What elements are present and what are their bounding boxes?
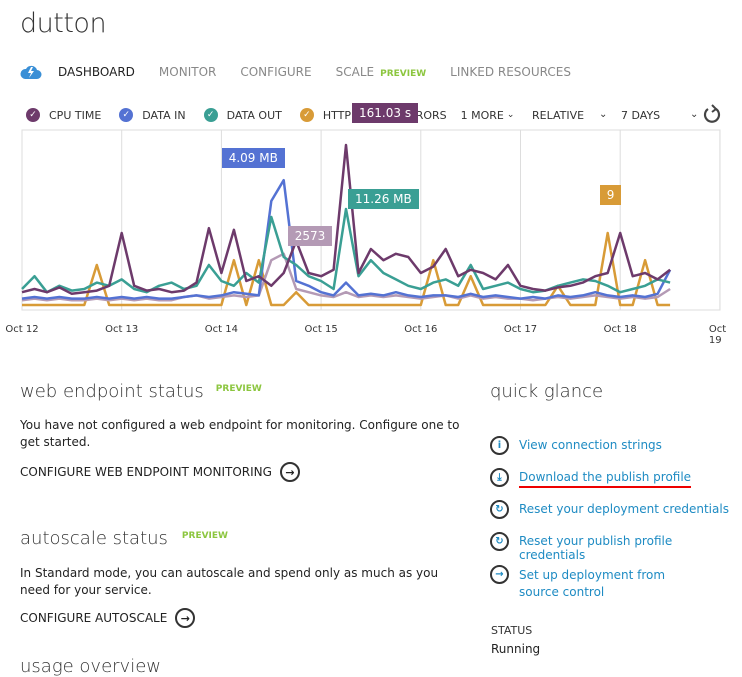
quick-link-download-publish-profile[interactable]: ⤓ Download the publish profile bbox=[490, 468, 692, 488]
preview-badge: PREVIEW bbox=[380, 69, 427, 79]
section-title: autoscale status bbox=[20, 528, 168, 549]
x-tick-label: Oct 19 bbox=[708, 324, 727, 346]
download-icon: ⤓ bbox=[490, 468, 509, 487]
metrics-chart bbox=[21, 129, 721, 311]
usage-overview-heading: usage overview bbox=[20, 656, 162, 677]
x-tick-label: Oct 15 bbox=[304, 324, 338, 335]
chart-legend: ✓CPU TIME ✓DATA IN ✓DATA OUT ✓HTTP SERVE… bbox=[26, 108, 532, 122]
chevron-down-icon[interactable]: ⌄ bbox=[599, 109, 607, 120]
preview-badge: PREVIEW bbox=[181, 530, 228, 541]
arrow-right-icon: → bbox=[279, 462, 300, 482]
tab-monitor[interactable]: MONITOR bbox=[159, 65, 216, 79]
web-endpoint-text: You have not configured a web endpoint f… bbox=[20, 418, 460, 449]
tab-scale-label: SCALE bbox=[335, 65, 375, 79]
action-label: CONFIGURE AUTOSCALE bbox=[20, 611, 168, 625]
check-icon: ✓ bbox=[203, 108, 218, 122]
configure-autoscale-button[interactable]: CONFIGURE AUTOSCALE → bbox=[20, 608, 196, 628]
series-line-cpu-time bbox=[21, 143, 671, 296]
legend-cpu-time[interactable]: ✓ CPU TIME bbox=[26, 108, 101, 122]
x-tick-label: Oct 13 bbox=[105, 324, 139, 335]
arrow-right-icon: → bbox=[490, 565, 509, 584]
preview-badge: PREVIEW bbox=[215, 383, 262, 394]
chevron-down-icon[interactable]: ⌄ bbox=[690, 109, 698, 120]
status-label: STATUS bbox=[491, 624, 533, 637]
link-label: Download the publish profile bbox=[519, 470, 692, 488]
x-tick-label: Oct 16 bbox=[404, 324, 438, 335]
peak-label: 161.03 s bbox=[352, 103, 419, 123]
peak-label: 11.26 MB bbox=[348, 189, 419, 209]
web-endpoint-heading: web endpoint status PREVIEW bbox=[20, 381, 262, 402]
series-line-1-more bbox=[21, 252, 671, 302]
scale-select[interactable]: RELATIVE bbox=[532, 109, 584, 122]
autoscale-heading: autoscale status PREVIEW bbox=[20, 528, 228, 549]
chevron-down-icon: ⌄ bbox=[506, 110, 515, 120]
tab-bar: DASHBOARD MONITOR CONFIGURE SCALE PREVIEW… bbox=[20, 64, 595, 80]
more-label: 1 MORE bbox=[460, 108, 504, 122]
check-icon: ✓ bbox=[119, 108, 134, 122]
arrow-right-icon: → bbox=[175, 608, 196, 628]
x-tick-label: Oct 12 bbox=[5, 324, 39, 335]
peak-label: 4.09 MB bbox=[221, 148, 285, 169]
tab-scale[interactable]: SCALE PREVIEW bbox=[336, 65, 427, 79]
action-label: CONFIGURE WEB ENDPOINT MONITORING bbox=[20, 465, 272, 479]
cloud-service-icon bbox=[20, 65, 42, 79]
page-title: dutton bbox=[20, 8, 107, 39]
x-tick-label: Oct 14 bbox=[204, 324, 238, 335]
peak-label: 2573 bbox=[287, 225, 333, 246]
tab-configure[interactable]: CONFIGURE bbox=[240, 65, 311, 79]
legend-data-in[interactable]: ✓ DATA IN bbox=[119, 108, 186, 122]
status-value: Running bbox=[491, 642, 541, 656]
legend-data-out[interactable]: ✓ DATA OUT bbox=[203, 108, 282, 122]
legend-label: DATA IN bbox=[142, 108, 186, 122]
x-tick-label: Oct 17 bbox=[503, 324, 538, 335]
legend-label: CPU TIME bbox=[49, 108, 102, 122]
legend-label: DATA OUT bbox=[226, 108, 282, 122]
quick-glance-heading: quick glance bbox=[490, 381, 604, 402]
configure-web-endpoint-button[interactable]: CONFIGURE WEB ENDPOINT MONITORING → bbox=[20, 462, 300, 482]
check-icon: ✓ bbox=[26, 108, 40, 122]
tab-linked-resources[interactable]: LINKED RESOURCES bbox=[450, 65, 571, 79]
refresh-icon[interactable] bbox=[703, 104, 721, 124]
link-label: View connection strings bbox=[519, 438, 662, 452]
quick-link-setup-deployment[interactable]: → Set up deployment from source control bbox=[490, 565, 730, 601]
tab-dashboard[interactable]: DASHBOARD bbox=[58, 65, 135, 79]
reset-icon: ↻ bbox=[490, 500, 509, 519]
x-tick-label: Oct 18 bbox=[603, 324, 637, 335]
autoscale-text: In Standard mode, you can autoscale and … bbox=[20, 566, 439, 597]
quick-link-reset-deployment-credentials[interactable]: ↻ Reset your deployment credentials bbox=[490, 500, 729, 519]
link-label: Set up deployment from source control bbox=[519, 568, 666, 599]
section-title: web endpoint status bbox=[20, 381, 204, 402]
peak-label: 9 bbox=[599, 185, 622, 205]
link-label: Reset your publish profile credentials bbox=[519, 534, 673, 562]
range-value: 7 DAYS bbox=[621, 109, 661, 122]
range-select[interactable]: 7 DAYS bbox=[621, 109, 660, 122]
quick-link-connection-strings[interactable]: i View connection strings bbox=[490, 436, 662, 455]
series-line-data-out bbox=[21, 207, 671, 294]
reset-icon: ↻ bbox=[490, 532, 509, 551]
more-metrics-dropdown[interactable]: 1 MORE ⌄ bbox=[461, 109, 515, 122]
info-icon: i bbox=[490, 436, 509, 455]
scale-value: RELATIVE bbox=[532, 109, 585, 122]
quick-link-reset-publish-credentials[interactable]: ↻ Reset your publish profile credentials bbox=[490, 532, 742, 562]
link-label: Reset your deployment credentials bbox=[519, 502, 729, 516]
check-icon: ✓ bbox=[299, 108, 314, 122]
